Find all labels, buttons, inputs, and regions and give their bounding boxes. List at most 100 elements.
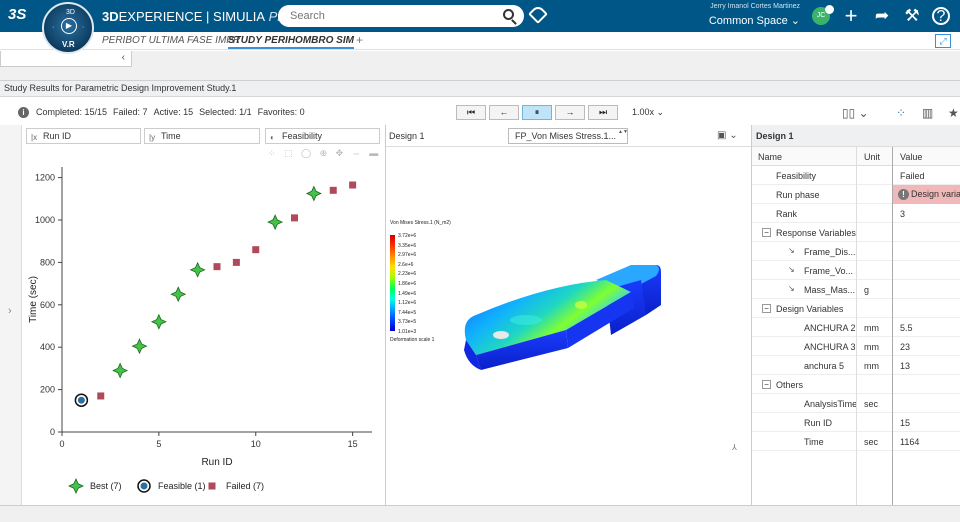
property-name: Time — [804, 437, 824, 447]
property-value: Failed — [900, 171, 925, 181]
viewer-design-label: Design 1 — [389, 131, 425, 141]
collab-space[interactable]: Common Space ⌄ — [690, 14, 800, 27]
chevron-right-icon[interactable]: › — [8, 305, 12, 317]
legend-marker-star4[interactable] — [68, 478, 84, 494]
tab-peribot[interactable]: PERIBOT ULTIMA FASE IMPR — [102, 35, 240, 46]
property-name: AnalysisTime — [804, 399, 858, 409]
search-box[interactable] — [278, 5, 524, 27]
deformation-label: Deformation scale 1 — [390, 337, 435, 343]
y-tick-label: 600 — [40, 300, 55, 310]
last-button[interactable]: ⏭ — [588, 105, 618, 120]
pause-button[interactable]: ⏸ — [522, 105, 552, 120]
property-name: Feasibility — [776, 171, 817, 181]
data-point-star4[interactable] — [305, 185, 322, 202]
tag-icon[interactable] — [528, 4, 548, 24]
data-point-square[interactable] — [349, 181, 357, 189]
y-axis-icon: |y — [149, 133, 156, 142]
info-icon[interactable]: i — [18, 107, 29, 118]
property-value: 13 — [900, 361, 911, 371]
data-point-star4[interactable] — [189, 261, 206, 278]
user-info[interactable]: Jerry Imanol Cortes Martinez Common Spac… — [690, 3, 800, 27]
property-unit: g — [864, 285, 870, 295]
legend-label: Failed (7) — [226, 481, 264, 491]
palette-icon: ◐ — [270, 133, 275, 142]
property-name: Frame_Dis... — [804, 247, 856, 257]
add-tab-button[interactable]: + — [356, 33, 363, 47]
property-value: 1164 — [900, 437, 920, 447]
color-bar-label: 3.35e+6 — [398, 242, 417, 249]
tab-study-perihombro[interactable]: STUDY PERIHOMBRO SIM — [228, 35, 354, 49]
data-point-star4[interactable] — [150, 313, 167, 330]
property-name: Frame_Vo... — [804, 266, 854, 276]
next-button[interactable]: → — [555, 105, 585, 120]
status-text: Completed: 15/15 Failed: 7 Active: 15 Selec… — [36, 107, 305, 117]
y-tick-label: 400 — [40, 342, 55, 352]
chevron-left-icon[interactable]: ‹ — [122, 52, 125, 63]
speed-select[interactable]: 1.00x ⌄ — [632, 107, 664, 118]
image-icon[interactable]: ▣ ⌄ — [717, 130, 738, 141]
x-tick-label: 0 — [59, 439, 64, 449]
add-icon[interactable]: + — [840, 5, 862, 27]
collapse-icon[interactable]: − — [762, 304, 771, 313]
layout-icon[interactable]: ▯▯ ⌄ — [842, 106, 869, 120]
x-axis-select[interactable]: |x Run ID — [26, 128, 141, 144]
avatar[interactable]: JC — [812, 5, 834, 25]
data-point-square[interactable] — [329, 186, 337, 194]
ds-logo[interactable]: 3S — [8, 6, 26, 23]
color-bar-label: 1.01e+3 — [398, 329, 417, 335]
color-bar-label: 2.6e+6 — [398, 261, 414, 268]
first-button[interactable]: ⏮ — [456, 105, 486, 120]
data-point-star4[interactable] — [170, 286, 187, 303]
property-unit: mm — [864, 323, 879, 333]
help-icon[interactable]: ? — [932, 7, 950, 25]
data-point-square[interactable] — [97, 392, 105, 400]
prev-button[interactable]: ← — [489, 105, 519, 120]
data-point-star4[interactable] — [131, 338, 148, 355]
y-axis-select[interactable]: |y Time — [144, 128, 260, 144]
scatter-plot[interactable]: 0 5 10 15 0 200 400 600 800 1000 1200 Run ID Time (s… — [22, 149, 386, 505]
data-point-square[interactable] — [252, 246, 260, 254]
share-icon[interactable]: ➦ — [871, 5, 893, 27]
user-name: Jerry Imanol Cortes Martinez — [710, 3, 800, 10]
legend-title: Von Mises Stress.1 (N_m2) — [390, 220, 451, 226]
y-tick-label: 1200 — [35, 173, 55, 183]
maximize-icon[interactable]: ⤢ — [935, 34, 951, 48]
search-icon[interactable] — [503, 9, 514, 20]
y-tick-label: 1000 — [35, 215, 55, 225]
properties-header: Design 1 — [752, 125, 960, 147]
color-select[interactable]: ◐ Feasibility — [265, 128, 380, 144]
data-point-square[interactable] — [291, 214, 298, 222]
left-expander[interactable]: › — [0, 125, 22, 505]
response-icon: ↘ — [788, 246, 795, 255]
columns-view-icon[interactable]: ▥ — [922, 106, 933, 120]
scatter-view-icon[interactable]: ⁘ — [896, 106, 906, 120]
tools-icon[interactable]: ⚒ — [901, 5, 923, 27]
color-bar-label: 3.72e+6 — [398, 233, 417, 239]
play-icon[interactable]: ▶ — [61, 18, 77, 34]
legend-marker-square[interactable] — [208, 482, 216, 490]
response-icon: ↘ — [788, 284, 795, 293]
compass-widget[interactable]: 3D · · ▶ V.R — [42, 2, 94, 54]
property-name: Design Variables — [776, 304, 844, 314]
field-select[interactable]: FP_Von Mises Stress.1... — [508, 128, 628, 144]
x-tick-label: 10 — [251, 439, 261, 449]
search-input[interactable] — [290, 8, 490, 24]
collapse-icon[interactable]: − — [762, 380, 771, 389]
color-bar-label: 2.23e+6 — [398, 271, 417, 278]
data-point-star4[interactable] — [267, 214, 284, 231]
data-point-square[interactable] — [232, 258, 240, 266]
collapse-icon[interactable]: − — [762, 228, 771, 237]
property-unit: mm — [864, 342, 879, 352]
favorite-icon[interactable]: ★ — [948, 106, 959, 120]
fem-model[interactable] — [456, 260, 666, 385]
color-bar-label: 1.86e+6 — [398, 281, 417, 287]
data-point-square[interactable] — [213, 263, 221, 271]
property-value: 3 — [900, 209, 906, 219]
data-point-star4[interactable] — [112, 362, 129, 379]
property-name: Mass_Mas... — [804, 285, 856, 295]
property-name: ANCHURA 2 — [804, 323, 856, 333]
color-bar — [390, 235, 395, 331]
property-unit: mm — [864, 361, 879, 371]
x-axis-label: Run ID — [201, 457, 232, 468]
x-axis-icon: |x — [31, 133, 38, 142]
